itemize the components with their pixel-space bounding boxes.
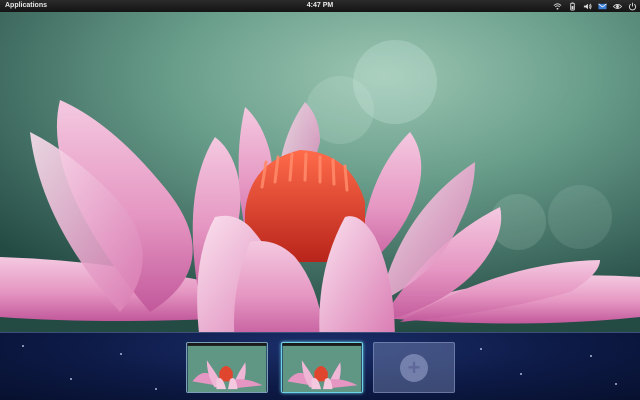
mail-icon[interactable] xyxy=(598,2,607,11)
top-panel: Applications 4:47 PM xyxy=(0,0,640,12)
add-workspace-button[interactable]: + xyxy=(373,342,455,393)
workspace-2-thumbnail[interactable] xyxy=(281,342,363,393)
system-indicators xyxy=(553,0,637,12)
workspace-switcher: + xyxy=(0,332,640,400)
add-icon: + xyxy=(400,353,428,382)
workspace-1-thumbnail[interactable] xyxy=(186,342,268,393)
power-icon[interactable] xyxy=(628,2,637,11)
applications-menu[interactable]: Applications xyxy=(5,0,47,12)
battery-icon[interactable] xyxy=(568,1,577,11)
wifi-icon[interactable] xyxy=(553,2,562,11)
eye-icon[interactable] xyxy=(613,2,622,11)
clock[interactable]: 4:47 PM xyxy=(307,0,333,12)
volume-icon[interactable] xyxy=(583,2,592,11)
lotus-flower-image xyxy=(0,12,640,332)
desktop-wallpaper xyxy=(0,12,640,332)
